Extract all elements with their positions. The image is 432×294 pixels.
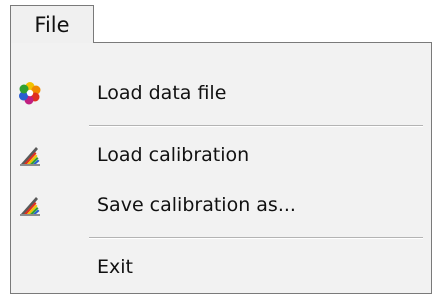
color-wheel-icon: [17, 80, 43, 106]
menu-item-exit[interactable]: Exit: [11, 244, 431, 290]
menu-item-label: Load calibration: [97, 144, 250, 166]
menu-separator: [89, 237, 423, 239]
file-menu-tab[interactable]: File: [10, 5, 94, 43]
rainbow-ramp-icon: [17, 192, 43, 218]
file-menu-screen: File Load data file Load calibration Sav…: [0, 0, 432, 294]
menu-separator: [89, 125, 423, 127]
file-menu-tab-label: File: [34, 12, 70, 37]
menu-item-label: Load data file: [97, 82, 227, 104]
rainbow-ramp-icon: [17, 142, 43, 168]
menu-item-load-data-file[interactable]: Load data file: [11, 70, 431, 116]
menu-item-save-calibration-as[interactable]: Save calibration as...: [11, 182, 431, 228]
menu-item-label: Exit: [97, 256, 133, 278]
menu-item-load-calibration[interactable]: Load calibration: [11, 132, 431, 178]
file-dropdown-menu: Load data file Load calibration Save cal…: [10, 42, 432, 294]
menu-item-label: Save calibration as...: [97, 194, 296, 216]
